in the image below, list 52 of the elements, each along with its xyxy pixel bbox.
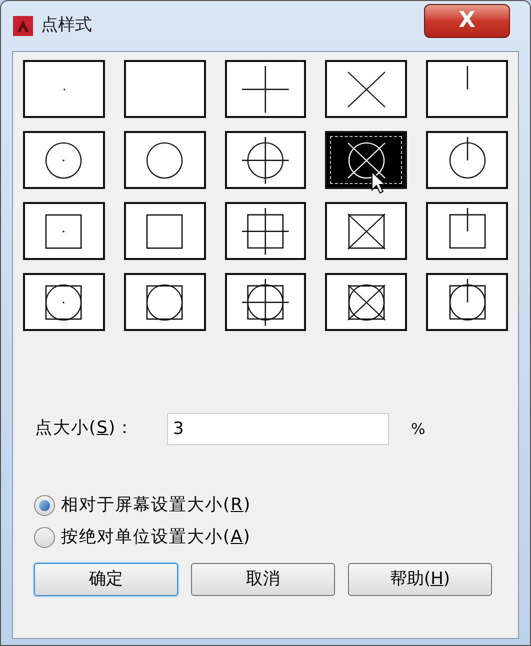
point-style-option[interactable] bbox=[224, 202, 306, 260]
point-symbol-icon bbox=[45, 142, 83, 179]
size-label: 点大小(S)： bbox=[35, 417, 136, 440]
point-symbol-icon bbox=[146, 284, 184, 321]
mouse-pointer-icon bbox=[371, 171, 388, 195]
dialog-button[interactable]: 帮助(H) bbox=[348, 563, 492, 596]
point-symbol-icon bbox=[466, 64, 469, 90]
point-symbol-icon bbox=[346, 70, 386, 108]
point-symbol-icon bbox=[448, 136, 486, 179]
window-title: 点样式 bbox=[41, 14, 92, 38]
close-button[interactable]: X bbox=[424, 4, 510, 38]
point-style-option[interactable] bbox=[23, 202, 105, 260]
point-symbol-icon bbox=[241, 64, 290, 114]
point-style-option[interactable] bbox=[23, 60, 105, 118]
point-style-option[interactable] bbox=[124, 202, 206, 260]
point-symbol-icon bbox=[346, 212, 386, 250]
radio-label: 相对于屏幕设置大小(R) bbox=[61, 494, 252, 517]
point-style-option[interactable] bbox=[426, 131, 508, 189]
point-style-option[interactable] bbox=[124, 273, 206, 331]
point-symbol-icon bbox=[45, 214, 83, 249]
point-style-option[interactable] bbox=[426, 273, 508, 331]
point-style-option[interactable] bbox=[224, 131, 306, 189]
point-symbol-icon bbox=[146, 142, 184, 179]
point-symbol-icon bbox=[146, 214, 184, 249]
percent-unit: % bbox=[411, 418, 426, 440]
point-style-option[interactable] bbox=[426, 60, 508, 118]
point-symbol-icon bbox=[241, 206, 290, 256]
point-symbol-icon bbox=[241, 278, 290, 327]
point-symbol-icon bbox=[346, 142, 386, 179]
point-style-option[interactable] bbox=[224, 60, 306, 118]
app-logo-icon bbox=[13, 16, 33, 36]
radio-button[interactable] bbox=[34, 495, 55, 516]
radio-label: 按绝对单位设置大小(A) bbox=[61, 526, 251, 548]
point-style-option[interactable] bbox=[124, 131, 206, 189]
point-symbol-icon bbox=[448, 278, 486, 321]
size-input-field[interactable]: 3 bbox=[167, 413, 389, 445]
dialog-button[interactable]: 确定 bbox=[34, 563, 178, 596]
point-symbol-icon bbox=[448, 206, 486, 249]
point-symbol-icon bbox=[241, 136, 290, 185]
point-style-option[interactable] bbox=[23, 273, 105, 331]
point-style-option[interactable] bbox=[325, 273, 408, 331]
dialog-button[interactable]: 取消 bbox=[191, 563, 335, 596]
point-style-option[interactable] bbox=[23, 131, 105, 189]
radio-button[interactable] bbox=[34, 526, 55, 548]
point-style-option[interactable] bbox=[325, 60, 408, 118]
point-symbol-icon bbox=[346, 284, 386, 321]
point-style-option[interactable] bbox=[426, 202, 508, 260]
point-symbol-icon bbox=[45, 284, 83, 321]
point-style-option[interactable] bbox=[124, 60, 206, 118]
point-symbol-icon bbox=[62, 88, 66, 91]
point-style-option[interactable] bbox=[224, 273, 306, 331]
point-style-option[interactable] bbox=[325, 202, 408, 260]
